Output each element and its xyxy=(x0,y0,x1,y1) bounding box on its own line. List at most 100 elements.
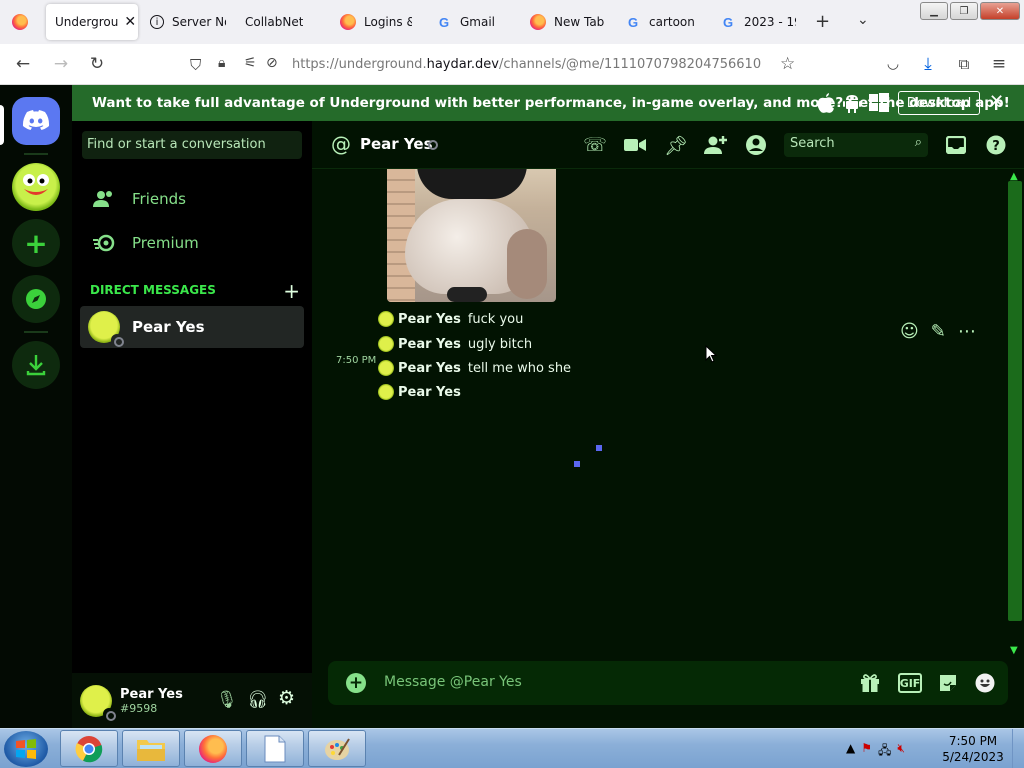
avatar[interactable] xyxy=(378,311,394,327)
message-row[interactable]: Pear Yes xyxy=(378,382,468,402)
scroll-down-arrow-icon[interactable]: ▼ xyxy=(1010,645,1018,656)
explore-compass-icon[interactable] xyxy=(12,275,60,323)
user-avatar[interactable] xyxy=(80,684,116,721)
show-hidden-icons-icon[interactable]: ▲ xyxy=(846,741,855,762)
help-icon[interactable]: ? xyxy=(984,133,1008,157)
user-info[interactable]: Pear Yes #9598 xyxy=(120,687,183,715)
taskbar-paint[interactable] xyxy=(308,730,366,767)
add-reaction-icon[interactable]: ☺ xyxy=(900,321,919,342)
dm-item-pear-yes[interactable]: Pear Yes xyxy=(80,306,304,348)
user-profile-icon[interactable] xyxy=(744,133,768,157)
create-dm-plus-icon[interactable]: + xyxy=(283,279,300,303)
tab-server-notice[interactable]: i Server No xyxy=(150,4,226,40)
tab-gmail[interactable]: G Gmail xyxy=(436,4,516,40)
taskbar-chrome[interactable] xyxy=(60,730,118,767)
reload-icon[interactable]: ↻ xyxy=(86,53,108,75)
premium-label: Premium xyxy=(132,234,199,252)
voice-call-icon[interactable]: ☏ xyxy=(583,133,607,157)
taskbar-notepad[interactable] xyxy=(246,730,304,767)
scrollbar-thumb[interactable] xyxy=(1008,181,1022,621)
bookmark-star-icon[interactable]: ☆ xyxy=(780,54,795,74)
gift-icon[interactable] xyxy=(858,671,882,695)
add-friend-to-dm-icon[interactable] xyxy=(704,133,728,157)
home-button[interactable] xyxy=(12,97,60,145)
banner-close-icon[interactable]: ✕ xyxy=(989,91,1004,112)
chat-search-input[interactable]: Search ⌕ xyxy=(784,133,928,157)
forward-arrow-icon[interactable]: → xyxy=(50,53,72,75)
permissions-icon[interactable]: ⚟ xyxy=(244,55,257,71)
volume-muted-icon[interactable]: 🔇︎ xyxy=(897,741,905,762)
show-desktop-button[interactable] xyxy=(1012,729,1024,768)
sidebar-item-premium[interactable]: Premium xyxy=(80,222,304,264)
avatar[interactable] xyxy=(378,336,394,352)
pinned-messages-icon[interactable]: 📌︎ xyxy=(664,133,688,157)
message-composer[interactable]: + Message @Pear Yes GIF xyxy=(328,661,1008,705)
find-conversation-button[interactable]: Find or start a conversation xyxy=(82,131,302,159)
message-row[interactable]: Pear Yes ugly bitch xyxy=(378,334,532,354)
add-server-plus-icon[interactable]: + xyxy=(12,219,60,267)
firefox-menu-icon[interactable] xyxy=(12,14,28,30)
message-author[interactable]: Pear Yes xyxy=(398,385,461,400)
edit-pencil-icon[interactable]: ✎ xyxy=(931,321,946,342)
headphones-icon[interactable]: 🎧︎ xyxy=(247,690,269,710)
tab-label: cartoon p xyxy=(649,15,699,29)
close-tab-icon[interactable]: ✕ xyxy=(124,14,136,30)
taskbar-file-explorer[interactable] xyxy=(122,730,180,767)
os-icons xyxy=(817,93,889,113)
url-bar[interactable]: ⛉ 🔒︎ ⚟ ⊘ https://underground.haydar.dev/… xyxy=(182,50,812,80)
extensions-icon[interactable]: ⧉ xyxy=(953,53,975,75)
underground-app: + Want to take full advantage of Undergr… xyxy=(0,85,1024,728)
downloads-icon[interactable]: ⤓ xyxy=(917,53,939,75)
url-text[interactable]: https://underground.haydar.dev/channels/… xyxy=(292,57,761,72)
video-call-icon[interactable] xyxy=(623,133,647,157)
tab-label: Undergrou xyxy=(55,15,119,29)
settings-gear-icon[interactable]: ⚙ xyxy=(278,687,295,709)
hamburger-menu-icon[interactable]: ≡ xyxy=(988,53,1010,75)
message-author[interactable]: Pear Yes xyxy=(398,312,461,327)
back-arrow-icon[interactable]: ← xyxy=(12,53,34,75)
message-row[interactable]: Pear Yes tell me who she xyxy=(378,358,571,378)
chat-scrollbar[interactable]: ▲ ▼ xyxy=(1008,169,1024,659)
message-author[interactable]: Pear Yes xyxy=(398,361,461,376)
tab-collabnet[interactable]: CollabNet xyxy=(245,4,325,40)
list-tabs-chevron-icon[interactable]: ⌄ xyxy=(857,12,869,28)
avatar[interactable] xyxy=(378,384,394,400)
emoji-picker-icon[interactable] xyxy=(973,671,997,695)
attach-plus-icon[interactable]: + xyxy=(346,673,366,693)
tab-new-tab[interactable]: New Tab xyxy=(530,4,610,40)
window-close-button[interactable]: ✕ xyxy=(980,2,1020,20)
maximize-button[interactable]: ❐ xyxy=(950,2,978,20)
attachment-image[interactable] xyxy=(387,169,556,302)
chat-title: Pear Yes xyxy=(360,135,433,153)
tab-2023[interactable]: G 2023 - 19 xyxy=(720,4,796,40)
message-author[interactable]: Pear Yes xyxy=(398,337,461,352)
tab-logins[interactable]: Logins & xyxy=(340,4,412,40)
message-row[interactable]: Pear Yes fuck you xyxy=(378,309,523,329)
gif-picker-button[interactable]: GIF xyxy=(898,673,922,693)
tracking-icon[interactable]: ⊘ xyxy=(266,55,278,71)
tab-cartoon[interactable]: G cartoon p xyxy=(625,4,699,40)
server-avatar-frog[interactable] xyxy=(12,163,60,211)
message-input[interactable]: Message @Pear Yes xyxy=(384,674,522,690)
taskbar-clock[interactable]: 7:50 PM 5/24/2023 xyxy=(938,733,1008,765)
tab-label: 2023 - 19 xyxy=(744,15,796,29)
sticker-icon[interactable] xyxy=(936,671,960,695)
pocket-icon[interactable]: ◡ xyxy=(882,53,904,75)
shield-icon[interactable]: ⛉ xyxy=(190,56,201,74)
download-button[interactable]: Download xyxy=(898,91,980,115)
start-button[interactable] xyxy=(4,731,48,767)
mute-microphone-icon[interactable]: 🎙︎ xyxy=(216,690,238,710)
tab-label: Logins & xyxy=(364,15,412,29)
more-options-icon[interactable]: ⋯ xyxy=(958,321,976,342)
inbox-icon[interactable] xyxy=(944,133,968,157)
new-tab-plus-icon[interactable]: + xyxy=(815,11,830,32)
avatar[interactable] xyxy=(378,360,394,376)
minimize-button[interactable]: ▁ xyxy=(920,2,948,20)
action-center-icon[interactable]: ⚑ xyxy=(861,741,872,762)
lock-icon[interactable]: 🔒︎ xyxy=(218,55,225,71)
tab-underground[interactable]: Undergrou ✕ xyxy=(46,4,138,40)
sidebar-item-friends[interactable]: Friends xyxy=(80,178,304,220)
download-apps-icon[interactable] xyxy=(12,341,60,389)
taskbar-firefox[interactable] xyxy=(184,730,242,767)
network-icon[interactable]: 🖧︎ xyxy=(878,741,891,762)
